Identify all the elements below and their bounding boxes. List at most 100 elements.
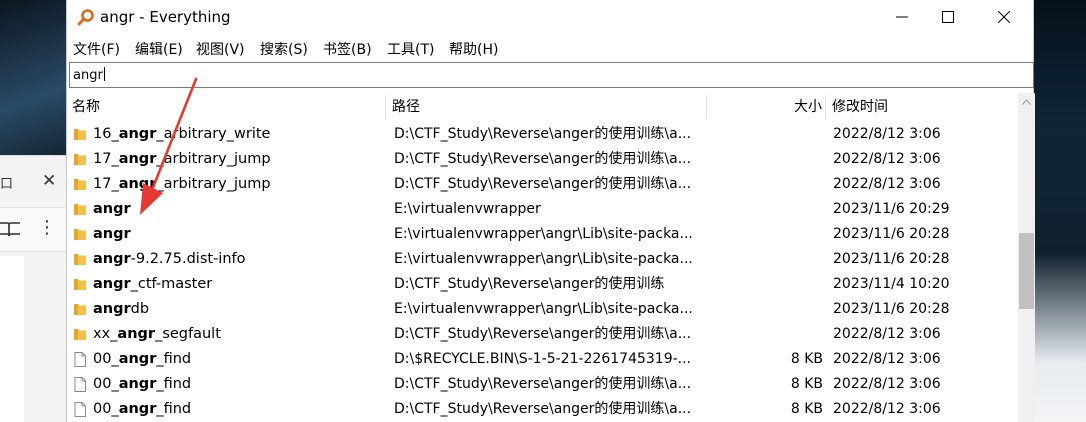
folder-icon [74,129,86,140]
file-path: D:\CTF_Study\Reverse\anger的使用训练\a... [394,376,692,392]
folder-icon [74,304,86,315]
menu-bookmarks[interactable]: 书签(B) [323,39,372,59]
menu-file[interactable]: 文件(F) [73,39,120,59]
file-name: 17_angr_arbitrary_jump [93,147,383,172]
folder-icon [74,279,86,290]
scroll-up-button[interactable] [1018,93,1035,110]
file-path: E:\virtualenvwrapper [394,201,541,217]
background-window: 口 ✕ ⋮ [0,155,66,422]
result-row[interactable]: angr_ctf-master D:\CTF_Study\Reverse\ange… [67,272,1018,297]
folder-icon [74,254,86,265]
file-modified: 2023/11/6 20:28 [833,226,950,242]
file-name: 16_angr_arbitrary_write [93,122,383,147]
file-name-prefix: 00_ [93,376,119,392]
file-modified: 2022/8/12 3:06 [833,176,941,192]
file-name: 00_angr_find [93,397,383,422]
file-path: E:\virtualenvwrapper\angr\Lib\site-packa… [394,251,693,267]
file-name-suffix: _find [156,351,192,367]
magnifier-app-icon [77,9,94,26]
more-options-icon[interactable]: ⋮ [38,218,56,238]
column-divider[interactable] [385,95,386,119]
file-size: 8 KB [790,401,823,417]
background-page [0,256,24,422]
file-name-prefix: 16_ [93,126,119,142]
column-header-name[interactable]: 名称 [67,93,385,121]
background-close-icon[interactable]: ✕ [42,171,56,191]
menu-help[interactable]: 帮助(H) [449,39,498,59]
file-name-prefix: 17_ [93,176,119,192]
file-name: angr-9.2.75.dist-info [93,247,383,272]
file-name-suffix: -9.2.75.dist-info [130,251,246,267]
menu-edit[interactable]: 编辑(E) [135,39,183,59]
file-name-match: angr [118,351,157,367]
folder-icon [74,204,86,215]
file-name-match: angr [117,326,156,342]
file-name: angr [93,197,383,222]
menu-tools[interactable]: 工具(T) [387,39,434,59]
close-icon [998,11,1010,23]
file-modified: 2023/11/4 10:20 [833,276,950,292]
file-icon [74,377,86,392]
file-modified: 2023/11/6 20:29 [833,201,950,217]
menu-search[interactable]: 搜索(S) [260,39,308,59]
file-name-match: angr [118,376,157,392]
window-title: angr - Everything [100,8,231,26]
result-row[interactable]: xx_angr_segfault D:\CTF_Study\Reverse\ang… [67,322,1018,347]
result-row[interactable]: angr E:\virtualenvwrapper 2023/11/6 20:29 [67,197,1018,222]
file-name-match: angr [93,276,131,292]
column-header-path[interactable]: 路径 [387,93,707,121]
file-name: angr [93,222,383,247]
file-name-prefix: 00_ [93,351,119,367]
file-name-suffix: _ctf-master [130,276,213,292]
result-row[interactable]: 00_angr_find D:\CTF_Study\Reverse\anger的使… [67,372,1018,397]
column-divider[interactable] [825,95,826,119]
maximize-button[interactable] [925,0,971,34]
file-name-match: angr [118,151,157,167]
file-path: D:\CTF_Study\Reverse\anger的使用训练\a... [394,126,692,142]
file-name-match: angr [93,251,131,267]
file-path: D:\CTF_Study\Reverse\anger的使用训练\a... [394,326,692,342]
search-input[interactable]: angr [69,62,1034,88]
vertical-scrollbar[interactable] [1018,93,1035,422]
file-name: 00_angr_find [93,372,383,397]
result-row[interactable]: 17_angr_arbitrary_jump D:\CTF_Study\Rever… [67,172,1018,197]
file-modified: 2022/8/12 3:06 [833,401,941,417]
file-modified: 2023/11/6 20:28 [833,251,950,267]
file-icon [74,352,86,367]
file-name: 17_angr_arbitrary_jump [93,172,383,197]
file-modified: 2022/8/12 3:06 [833,326,941,342]
result-row[interactable]: angr E:\virtualenvwrapper\angr\Lib\site-p… [67,222,1018,247]
chevron-up-icon [1022,98,1031,105]
result-row[interactable]: 16_angr_arbitrary_write D:\CTF_Study\Reve… [67,122,1018,147]
title-bar[interactable]: angr - Everything [67,0,1035,34]
file-path: D:\CTF_Study\Reverse\anger的使用训练 [394,276,665,292]
file-name-prefix: xx_ [93,326,118,342]
column-header-modified[interactable]: 修改时间 [827,93,1017,121]
column-header-size[interactable]: 大小 [707,93,824,121]
result-row[interactable]: 17_angr_arbitrary_jump D:\CTF_Study\Rever… [67,147,1018,172]
desktop-background-right [1034,0,1086,422]
file-name-suffix: db [130,301,150,317]
everything-window: angr - Everything 文件(F) 编辑(E) 视图(V) 搜索(S… [66,0,1035,422]
folder-icon [74,229,86,240]
result-row[interactable]: 00_angr_find D:\CTF_Study\Reverse\anger的使… [67,397,1018,422]
result-row[interactable]: 00_angr_find D:\$RECYCLE.BIN\S-1-5-21-226… [67,347,1018,372]
close-button[interactable] [981,0,1027,34]
file-path: E:\virtualenvwrapper\angr\Lib\site-packa… [394,301,693,317]
file-name: angrdb [93,297,383,322]
book-icon[interactable] [0,219,20,239]
minimize-button[interactable] [879,0,925,34]
file-icon [74,402,86,417]
result-row[interactable]: angrdb E:\virtualenvwrapper\angr\Lib\site… [67,297,1018,322]
folder-icon [74,329,86,340]
menu-view[interactable]: 视图(V) [196,39,245,59]
file-name-prefix: 17_ [93,151,119,167]
search-input-value: angr [73,67,105,83]
scroll-thumb[interactable] [1019,233,1034,309]
file-name-match: angr [93,301,131,317]
file-name-suffix: _arbitrary_jump [156,176,271,192]
file-size: 8 KB [790,376,823,392]
result-row[interactable]: angr-9.2.75.dist-info E:\virtualenvwrappe… [67,247,1018,272]
file-modified: 2023/11/6 20:28 [833,301,950,317]
background-toolbar: ⋮ [0,207,66,252]
